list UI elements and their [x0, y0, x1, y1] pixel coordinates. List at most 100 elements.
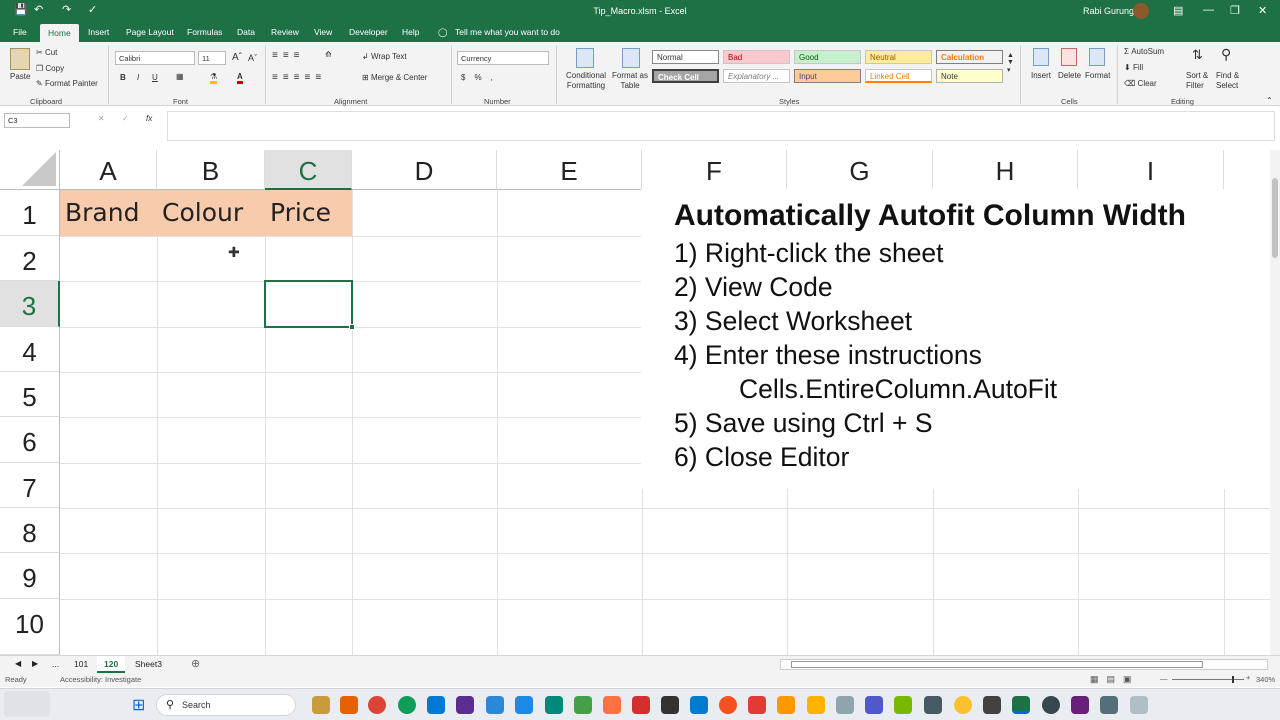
app-icon[interactable] — [661, 696, 679, 714]
horizontal-scroll-thumb[interactable] — [791, 661, 1203, 668]
borders-icon[interactable]: ▦ — [176, 72, 184, 81]
start-icon[interactable]: ⊞ — [132, 695, 145, 715]
italic-icon[interactable]: I — [137, 73, 139, 82]
vertical-align-icons[interactable]: ≡≡≡ — [272, 50, 305, 61]
font-name-select[interactable]: Calibri — [115, 51, 195, 65]
taskbar-search[interactable]: ⚲ Search — [156, 694, 296, 716]
row-header-4[interactable]: 4 — [0, 327, 60, 372]
format-painter-button[interactable]: ✎ Format Painter — [36, 79, 98, 88]
app-icon[interactable] — [545, 696, 563, 714]
app-icon[interactable] — [777, 696, 795, 714]
style-input[interactable]: Input — [794, 69, 861, 83]
cell-a1[interactable]: Brand — [60, 191, 157, 235]
active-cell-c3[interactable] — [264, 280, 355, 330]
bold-icon[interactable]: B — [120, 73, 126, 82]
calendar-icon[interactable] — [427, 696, 445, 714]
tab-insert[interactable]: Insert — [88, 27, 109, 37]
style-good[interactable]: Good — [794, 50, 861, 64]
row-header-10[interactable]: 10 — [0, 599, 60, 655]
font-color-icon[interactable]: A — [237, 72, 243, 84]
style-calculation[interactable]: Calculation — [936, 50, 1003, 64]
style-linked-cell[interactable]: Linked Cell — [865, 69, 932, 83]
column-header-c[interactable]: C — [265, 150, 352, 190]
insert-cells-button[interactable]: Insert — [1031, 71, 1051, 80]
row-header-1[interactable]: 1 — [0, 190, 60, 236]
cancel-icon[interactable]: ✕ — [98, 114, 105, 123]
sheet-tab-sheet3[interactable]: Sheet3 — [135, 659, 162, 669]
column-header-d[interactable]: D — [352, 150, 497, 190]
style-normal[interactable]: Normal — [652, 50, 719, 64]
column-header-b[interactable]: B — [157, 150, 265, 190]
column-header-h[interactable]: H — [933, 150, 1078, 190]
enter-icon[interactable]: ✓ — [122, 114, 129, 123]
tab-help[interactable]: Help — [402, 27, 419, 37]
row-header-3[interactable]: 3 — [0, 281, 60, 327]
shrink-font-icon[interactable]: Aˇ — [248, 53, 257, 63]
tab-file[interactable]: File — [13, 27, 27, 37]
row-header-7[interactable]: 7 — [0, 463, 60, 508]
row-header-9[interactable]: 9 — [0, 553, 60, 599]
horizontal-align-icons[interactable]: ≡≡≡≡≡ — [272, 72, 326, 83]
fill-color-icon[interactable]: ⚗ — [210, 72, 218, 84]
snipping-tool-icon[interactable] — [603, 696, 621, 714]
tab-home[interactable]: Home — [40, 24, 79, 42]
orientation-icon[interactable]: ⟰ — [325, 50, 332, 59]
app-icon[interactable] — [574, 696, 592, 714]
cell-b1[interactable]: Colour — [157, 191, 265, 235]
name-box[interactable]: C3 — [4, 113, 70, 128]
tab-data[interactable]: Data — [237, 27, 255, 37]
zoom-slider[interactable] — [1172, 676, 1244, 683]
styles-scroll-icon[interactable]: ▲ ▼ ▾ — [1007, 52, 1014, 74]
format-cells-button[interactable]: Format — [1085, 71, 1110, 80]
tab-developer[interactable]: Developer — [349, 27, 388, 37]
tab-page-layout[interactable]: Page Layout — [126, 27, 174, 37]
app-icon[interactable] — [719, 696, 737, 714]
copy-button[interactable]: ❐ Copy — [36, 64, 64, 73]
tab-review[interactable]: Review — [271, 27, 299, 37]
app-icon[interactable] — [983, 696, 1001, 714]
tab-view[interactable]: View — [314, 27, 332, 37]
delete-cells-button[interactable]: Delete — [1058, 71, 1081, 80]
conditional-formatting-button[interactable]: Conditional Formatting — [562, 71, 610, 91]
column-header-f[interactable]: F — [642, 150, 787, 190]
clear-button[interactable]: ⌫ Clear — [1124, 79, 1157, 88]
style-neutral[interactable]: Neutral — [865, 50, 932, 64]
app-icon[interactable] — [924, 696, 942, 714]
row-header-2[interactable]: 2 — [0, 236, 60, 281]
style-note[interactable]: Note — [936, 69, 1003, 83]
collapse-ribbon-icon[interactable]: ⌃ — [1266, 96, 1273, 105]
paste-icon[interactable] — [10, 48, 30, 70]
youtube-icon[interactable] — [748, 696, 766, 714]
insert-function-icon[interactable]: fx — [146, 114, 152, 123]
column-header-g[interactable]: G — [787, 150, 933, 190]
formula-input[interactable] — [167, 111, 1275, 141]
scroll-left-icon[interactable]: ◀ — [15, 659, 21, 668]
column-header-e[interactable]: E — [497, 150, 642, 190]
horizontal-scrollbar[interactable] — [780, 659, 1268, 670]
row-header-5[interactable]: 5 — [0, 372, 60, 417]
underline-icon[interactable]: U — [152, 73, 158, 82]
tell-me-search[interactable]: Tell me what you want to do — [455, 27, 560, 37]
sheet-tab-120[interactable]: 120 — [97, 656, 126, 673]
grow-font-icon[interactable]: Aˆ — [232, 52, 242, 63]
wrap-text-button[interactable]: ↲ Wrap Text — [362, 52, 407, 61]
worksheet-grid[interactable]: A B C D E F G H I 1 2 3 4 5 6 7 8 9 10 B… — [0, 150, 1270, 655]
scroll-right-icon[interactable]: ▶ — [32, 659, 38, 668]
zoom-in-icon[interactable]: + — [1246, 673, 1250, 682]
filezilla-icon[interactable] — [632, 696, 650, 714]
cell-c1[interactable]: Price — [265, 191, 352, 235]
autosum-button[interactable]: Σ AutoSum — [1124, 47, 1164, 56]
file-explorer-icon[interactable] — [312, 696, 330, 714]
fill-handle[interactable] — [349, 324, 355, 330]
sheet-tab-101[interactable]: 101 — [74, 659, 88, 669]
app-icon[interactable] — [1100, 696, 1118, 714]
zoom-level[interactable]: 340% — [1256, 675, 1275, 684]
number-format-icons[interactable]: $%, — [461, 73, 502, 82]
vs-code-icon[interactable] — [486, 696, 504, 714]
paste-button[interactable]: Paste — [10, 72, 30, 81]
chrome-icon[interactable] — [368, 696, 386, 714]
sheet-tab-more[interactable]: ... — [52, 659, 59, 669]
excel-icon[interactable] — [1012, 696, 1030, 714]
ribbon-display-icon[interactable]: ▤ — [1173, 4, 1183, 17]
app-icon[interactable] — [836, 696, 854, 714]
